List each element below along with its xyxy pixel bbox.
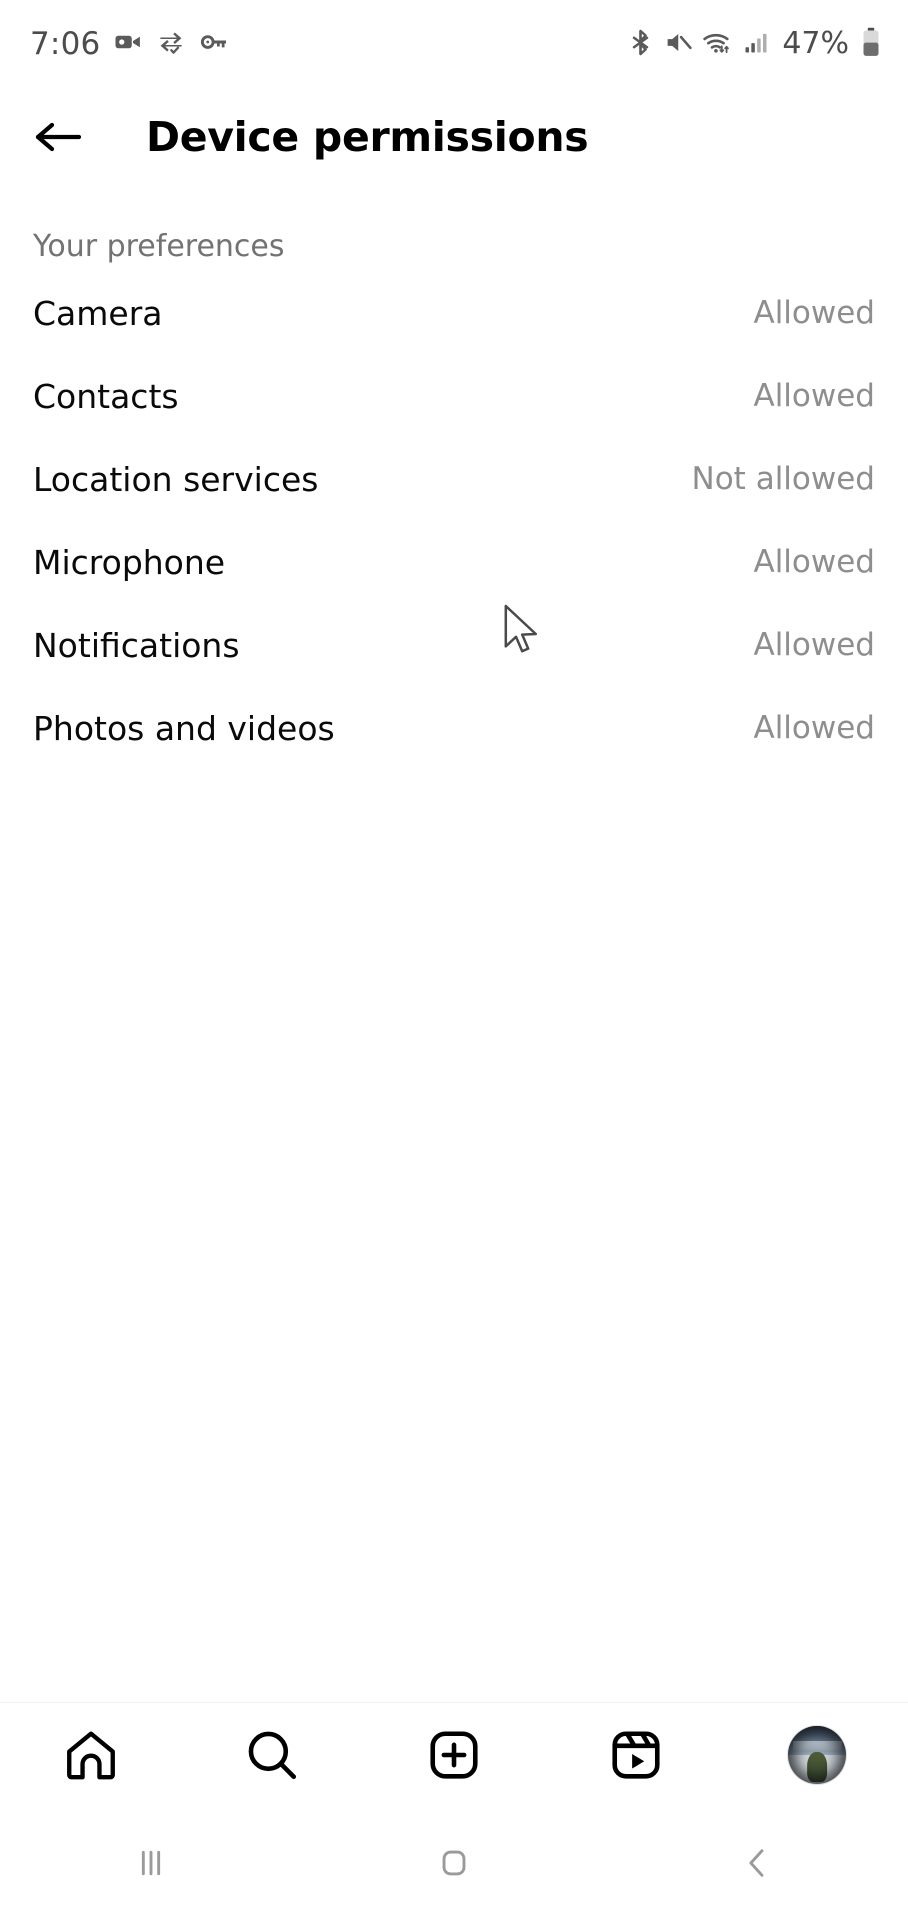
nav-item-home[interactable] [0,1703,182,1807]
recents-icon [142,1850,161,1876]
nav-item-profile[interactable] [726,1703,908,1807]
nav-item-create[interactable] [363,1703,545,1807]
content-area: Your preferences Camera Allowed Contacts… [0,186,908,1702]
permission-value: Allowed [753,378,875,414]
nav-item-reels[interactable] [545,1703,727,1807]
search-icon [249,1731,297,1779]
key-icon [199,27,229,61]
wifi-icon [702,27,733,62]
permission-label: Camera [33,294,163,333]
home-square-icon [442,1850,466,1876]
permission-row-camera[interactable]: Camera Allowed [0,272,908,355]
permission-label: Location services [33,460,319,499]
permission-value: Allowed [753,295,875,331]
battery-icon [860,27,882,61]
permission-row-contacts[interactable]: Contacts Allowed [0,355,908,438]
status-bar-right: 47% [626,27,882,62]
permission-value: Allowed [753,544,875,580]
system-home-button[interactable] [303,1806,606,1920]
video-camera-icon [113,27,143,61]
permission-row-photos-and-videos[interactable]: Photos and videos Allowed [0,687,908,770]
avatar-vignette [788,1726,846,1784]
back-chevron-icon [749,1849,764,1877]
page-header: Device permissions [0,88,908,186]
section-header-your-preferences: Your preferences [33,229,285,264]
permission-value: Allowed [753,710,875,746]
android-system-navigation [0,1806,908,1920]
bluetooth-icon [626,28,655,61]
bottom-navigation-bar [0,1702,908,1806]
permission-row-microphone[interactable]: Microphone Allowed [0,521,908,604]
permission-label: Microphone [33,543,226,582]
reels-icon [612,1730,660,1779]
create-plus-icon [430,1730,478,1779]
phone-screen: 7:06 47% Device permissions Your prefere… [0,0,908,1920]
permission-value: Allowed [753,627,875,663]
vpn-sync-icon [156,27,186,61]
page-title: Device permissions [146,112,589,161]
back-arrow-icon [35,122,82,152]
status-bar-left: 7:06 [30,27,229,61]
cellular-signal-icon [742,28,770,60]
nav-item-search[interactable] [182,1703,364,1807]
permission-row-location-services[interactable]: Location services Not allowed [0,438,908,521]
permission-label: Contacts [33,377,179,416]
permission-row-notifications[interactable]: Notifications Allowed [0,604,908,687]
battery-percent-label: 47% [782,26,849,61]
profile-avatar[interactable] [788,1725,847,1784]
volume-mute-icon [664,28,693,61]
status-time: 7:06 [30,25,101,62]
permission-label: Photos and videos [33,709,335,748]
permission-list: Camera Allowed Contacts Allowed Location… [0,272,908,770]
home-icon [66,1731,115,1779]
system-back-button[interactable] [605,1806,908,1920]
permission-label: Notifications [33,626,240,665]
system-recents-button[interactable] [0,1806,303,1920]
back-button[interactable] [30,109,86,165]
status-bar: 7:06 47% [0,0,908,88]
permission-value: Not allowed [691,461,875,497]
